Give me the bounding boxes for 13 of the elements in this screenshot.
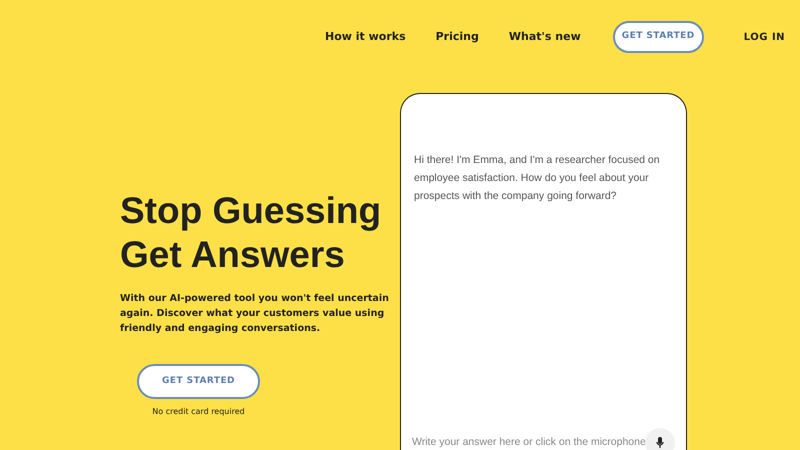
nav-link[interactable]: How it works — [325, 28, 406, 46]
microphone-icon — [656, 437, 664, 449]
get-started-button[interactable]: GET STARTED — [137, 364, 260, 399]
login-link[interactable]: LOG IN — [744, 30, 786, 44]
get-started-button[interactable]: GET STARTED — [612, 21, 704, 53]
microphone-button[interactable] — [645, 428, 675, 450]
nav-link[interactable]: Pricing — [436, 28, 479, 46]
hero-description: With our AI-powered tool you won't feel uncertain again. Discover what your customers value using friendly and engaging conversations. — [120, 292, 390, 336]
no-credit-card-note: No credit card required — [152, 406, 245, 418]
nav-link[interactable]: What's new — [508, 28, 581, 46]
answer-field[interactable]: Write your answer here or click on the microphone — [412, 435, 645, 450]
hero-title: Stop Guessing Get Answers — [120, 189, 382, 277]
chat-message: Hi there! I'm Emma, and I'm a researcher focused on employee satisfaction. How do you feel about your prospects with the company going forward? — [414, 153, 661, 204]
